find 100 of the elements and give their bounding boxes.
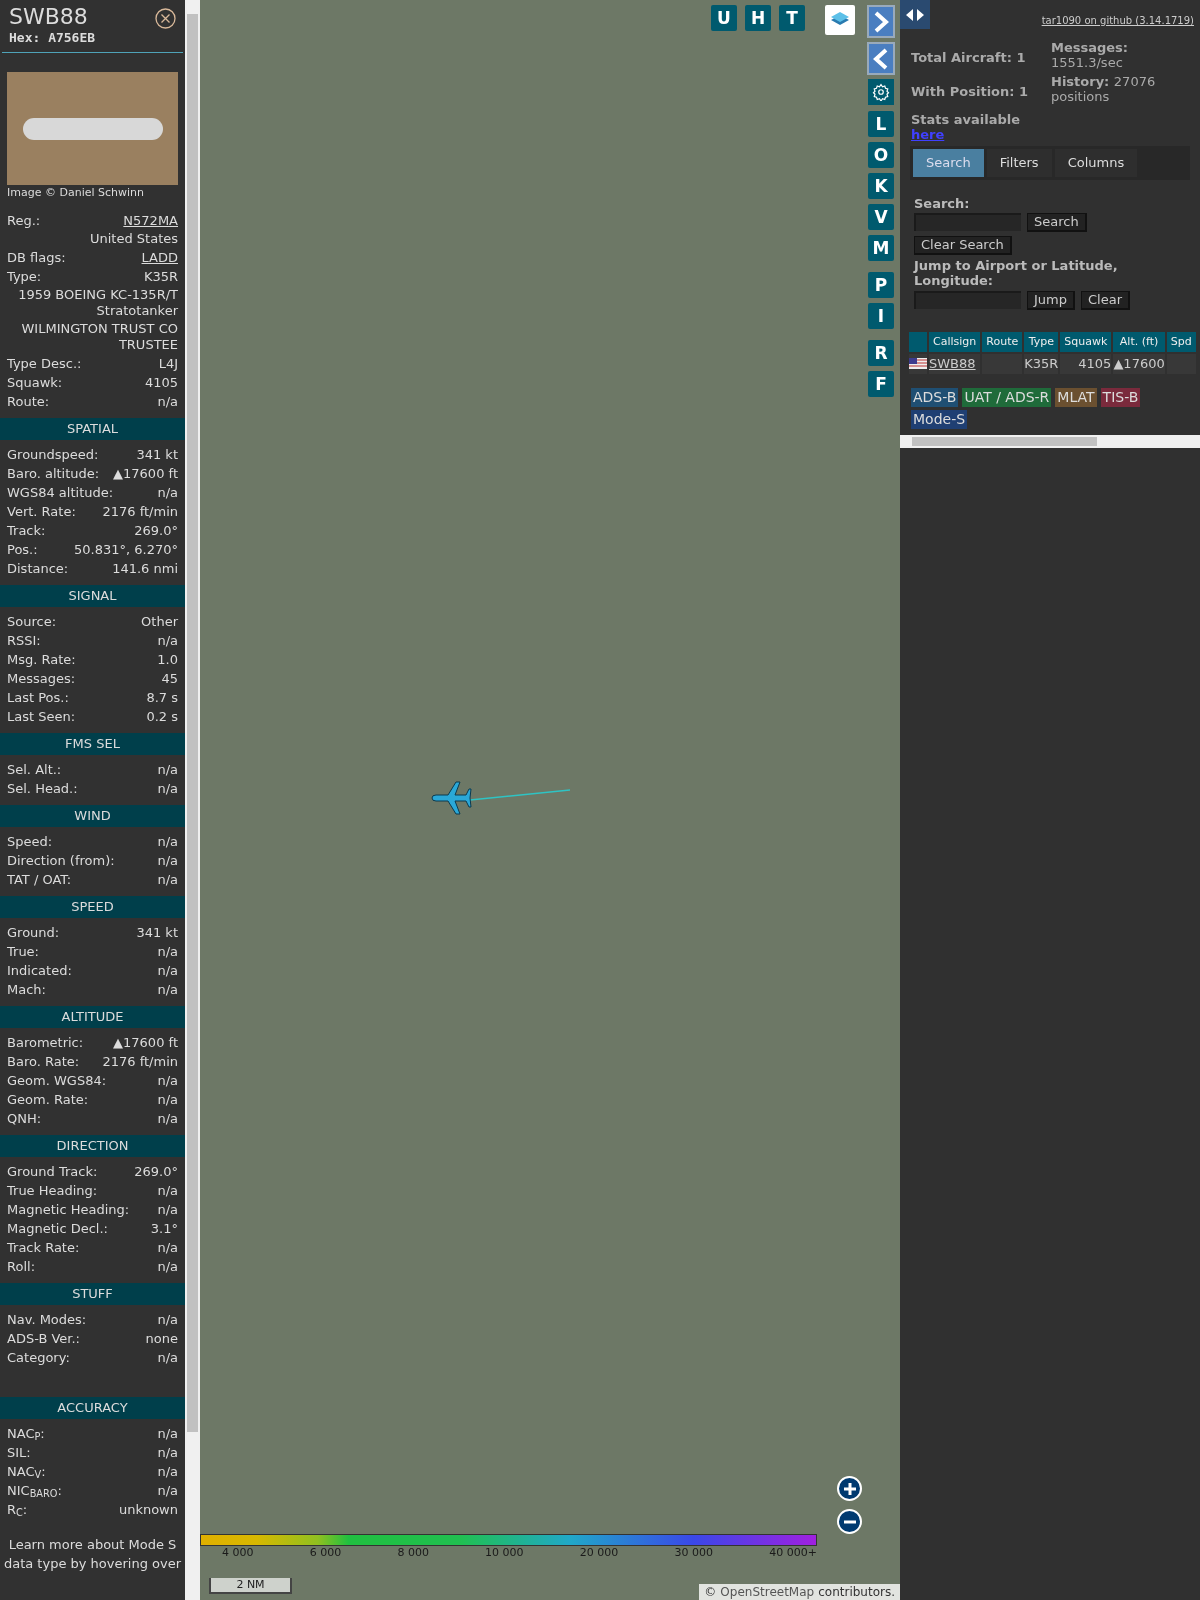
- field-value: 0.2 s: [146, 708, 178, 726]
- github-link[interactable]: tar1090 on github (3.14.1719): [1041, 13, 1194, 28]
- zoom-out-button[interactable]: [837, 1509, 862, 1534]
- field-label: Type:: [7, 268, 42, 286]
- section-header: WIND: [0, 805, 185, 827]
- table-cell: K35R: [1024, 356, 1059, 371]
- field-value: 1959 BOEING KC-135R/T Stratotanker: [17, 286, 179, 320]
- clear-button[interactable]: Clear: [1081, 291, 1130, 310]
- expand-button[interactable]: [867, 5, 895, 38]
- panel-tab[interactable]: Filters: [986, 149, 1052, 177]
- field-label: Reg.:: [7, 212, 41, 230]
- field-value: unknown: [118, 1501, 178, 1519]
- scale-tick-label: 40 000+: [769, 1546, 817, 1560]
- field-label: Baro. altitude:: [7, 465, 100, 483]
- field-value: 1.0: [157, 651, 178, 669]
- close-icon[interactable]: [155, 8, 176, 29]
- field-label: DB flags:: [7, 249, 66, 267]
- field-label: Distance:: [7, 560, 69, 578]
- stat-text: Stats available: [911, 112, 1022, 127]
- panel-tab[interactable]: Columns: [1054, 149, 1138, 177]
- column-header[interactable]: Route: [982, 332, 1023, 352]
- search-button[interactable]: Search: [1027, 213, 1087, 232]
- settings-button[interactable]: [868, 79, 894, 105]
- field-label: QNH:: [7, 1110, 42, 1128]
- field-label: Magnetic Decl.:: [7, 1220, 108, 1238]
- field-value: 3.1°: [150, 1220, 178, 1238]
- field-value: 141.6 nmi: [112, 560, 178, 578]
- section-header: ACCURACY: [0, 1397, 185, 1419]
- field-value: n/a: [157, 962, 178, 980]
- distance-scale: 2 NM: [209, 1578, 292, 1594]
- field-label: WGS84 altitude:: [7, 484, 114, 502]
- layers-button[interactable]: [825, 5, 855, 35]
- field-value: 2176 ft/min: [102, 503, 178, 521]
- vertical-scrollbar[interactable]: [185, 0, 200, 1600]
- field-label: ADS-B Ver.:: [7, 1330, 80, 1348]
- map-toggle-button[interactable]: U: [711, 5, 737, 31]
- map-toggle-button[interactable]: T: [779, 5, 805, 31]
- field-label: Last Pos.:: [7, 689, 69, 707]
- clear-search-button[interactable]: Clear Search: [914, 236, 1012, 255]
- field-label: Geom. Rate:: [7, 1091, 89, 1109]
- map-toggle-button[interactable]: M: [868, 235, 894, 261]
- column-header[interactable]: Callsign: [929, 332, 981, 352]
- map-toggle-button[interactable]: L: [868, 111, 894, 137]
- field-link[interactable]: N572MA: [123, 211, 178, 230]
- flag-icon: [909, 358, 927, 370]
- map-toggle-button[interactable]: I: [868, 303, 894, 329]
- field-value: United States: [88, 230, 179, 248]
- map-toggle-button[interactable]: P: [868, 272, 894, 298]
- field-label: Groundspeed:: [7, 446, 99, 464]
- field-value: n/a: [157, 1258, 178, 1276]
- field-label: Sel. Alt.:: [7, 761, 62, 779]
- field-value: WILMINGTON TRUST CO TRUSTEE: [20, 320, 179, 354]
- field-value: n/a: [157, 484, 178, 502]
- field-value: n/a: [157, 852, 178, 870]
- horizontal-scrollbar[interactable]: [900, 434, 1200, 448]
- field-label: Sel. Head.:: [7, 780, 78, 798]
- jump-button[interactable]: Jump: [1027, 291, 1075, 310]
- field-label: RSSI:: [7, 632, 41, 650]
- airplane-icon[interactable]: [430, 780, 472, 816]
- field-label: Last Seen:: [7, 708, 76, 726]
- column-header[interactable]: Squawk: [1060, 332, 1112, 352]
- map-toggle-button[interactable]: F: [868, 371, 894, 397]
- field-value: n/a: [157, 1239, 178, 1257]
- field-label: Mach:: [7, 981, 46, 999]
- column-header: [909, 332, 927, 352]
- source-legend-tag: ADS-B: [911, 387, 959, 407]
- map-toggle-button[interactable]: H: [745, 5, 771, 31]
- field-label: Indicated:: [7, 962, 72, 980]
- scale-tick-label: 4 000: [222, 1546, 254, 1560]
- settings-icon: [872, 83, 890, 101]
- map-background[interactable]: U H T L O K V M P I R F 4 000 6 000 8 000 10 000 20 000 30 000 40 000+ 2 NM © OpenStreetMap contributors.: [200, 0, 900, 1600]
- field-value: 50.831°, 6.270°: [74, 541, 178, 559]
- field-label: Type Desc.:: [7, 355, 82, 373]
- map-toggle-button[interactable]: R: [868, 340, 894, 366]
- field-label: True:: [7, 943, 39, 961]
- column-header[interactable]: Spd: [1166, 332, 1196, 352]
- column-header[interactable]: Alt. (ft): [1113, 332, 1165, 352]
- source-legend-tag: TIS-B: [1100, 387, 1141, 407]
- source-legend-tag: Mode-S: [911, 409, 968, 429]
- collapse-button[interactable]: [867, 42, 895, 75]
- stat-text: History: 27076 positions: [1051, 74, 1157, 104]
- field-label: Barometric:: [7, 1034, 84, 1052]
- source-legend-tag: UAT / ADS-R: [962, 387, 1052, 407]
- field-value: n/a: [157, 1425, 178, 1443]
- chevron-right-icon: [873, 10, 889, 33]
- field-label: Vert. Rate:: [7, 503, 76, 521]
- aircraft-callsign: SWB88: [9, 4, 89, 30]
- section-header: DIRECTION: [0, 1135, 185, 1157]
- map-toggle-button[interactable]: V: [868, 204, 894, 230]
- field-value: n/a: [157, 1110, 178, 1128]
- attribution-link[interactable]: OpenStreetMap: [720, 1584, 815, 1600]
- column-header[interactable]: Type: [1024, 332, 1059, 352]
- toggle-panel-button[interactable]: [900, 0, 930, 29]
- field-label: R$_{C}$:: [7, 1501, 28, 1519]
- zoom-in-button[interactable]: [837, 1476, 862, 1501]
- chevron-left-icon: [873, 47, 889, 70]
- field-value: n/a: [157, 1349, 178, 1367]
- field-link[interactable]: LADD: [141, 248, 178, 267]
- map-toggle-button[interactable]: K: [868, 173, 894, 199]
- map-toggle-button[interactable]: O: [868, 142, 894, 168]
